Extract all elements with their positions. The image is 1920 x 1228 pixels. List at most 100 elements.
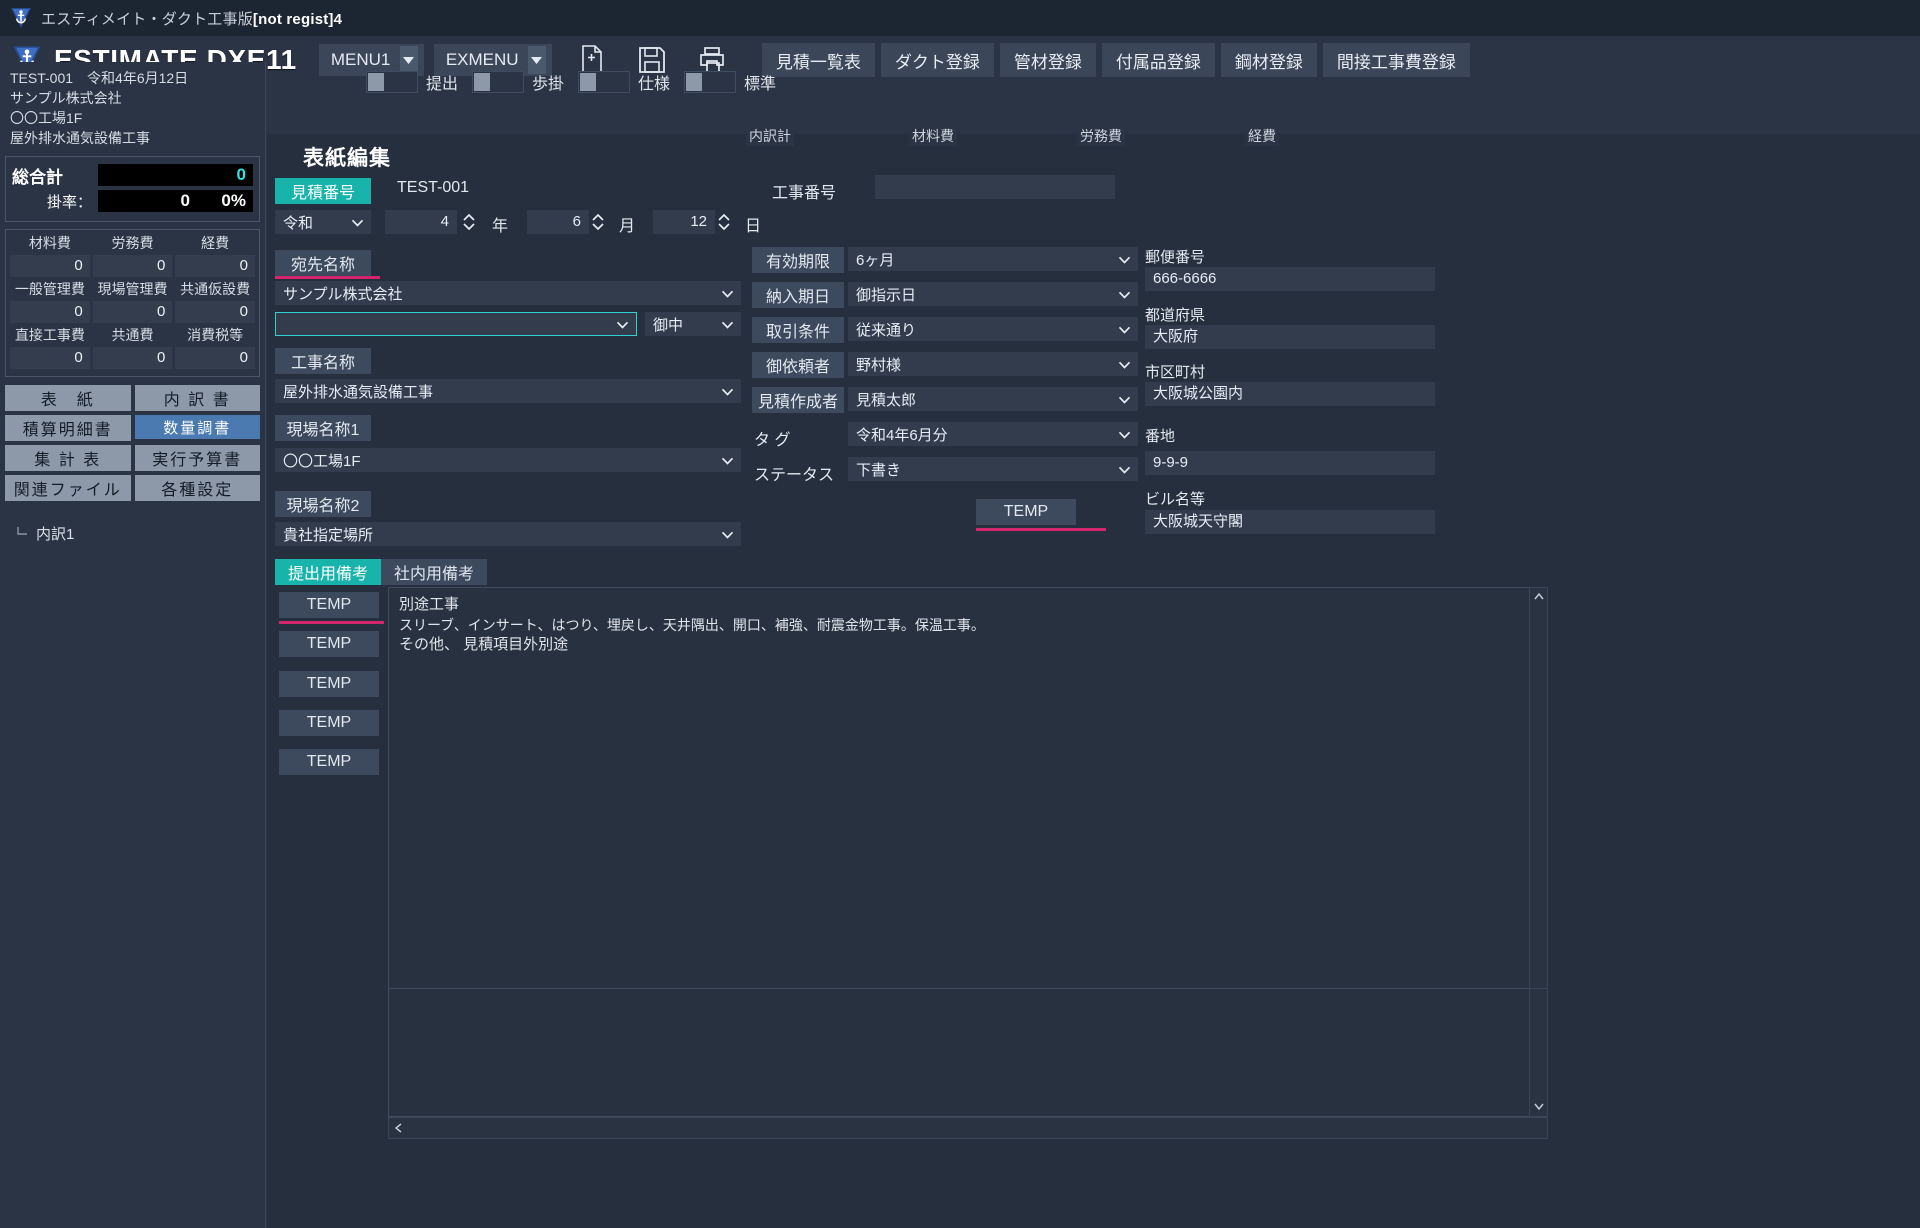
nav-button-estimate-detail[interactable]: 積算明細書 [5,415,131,441]
chevron-down-icon[interactable] [1118,426,1131,443]
delivery-date-select[interactable]: 御指示日 [848,282,1138,306]
work-name-select[interactable]: 屋外排水通気設備工事 [275,379,741,403]
work-name-label-button[interactable]: 工事名称 [275,348,371,374]
month-stepper[interactable] [591,210,604,234]
toggle-unitrate[interactable]: 歩掛 [472,70,564,94]
chevron-down-icon[interactable] [1118,286,1131,303]
valid-period-select[interactable]: 6ヶ月 [848,247,1138,271]
nav-button-summary-table[interactable]: 集 計 表 [5,445,131,471]
cost-header: 共通仮設費 [180,281,251,297]
tag-label: タ グ [754,432,791,449]
chevron-down-icon[interactable] [1118,251,1131,268]
temp-button-1[interactable]: TEMP [279,592,379,618]
temp-button-4[interactable]: TEMP [279,710,379,736]
site2-select[interactable]: 貴社指定場所 [275,522,741,546]
nav-button-breakdown[interactable]: 内 訳 書 [134,385,260,411]
city-input[interactable]: 大阪城公園内 [1145,382,1435,406]
honorific-select[interactable]: 御中 [645,312,741,336]
toggle-switch[interactable] [578,71,631,93]
memo-extension-area[interactable] [388,989,1539,1117]
chevron-down-icon[interactable] [721,526,734,543]
nav-button-execution-budget[interactable]: 実行予算書 [134,445,260,471]
temp-button-5[interactable]: TEMP [279,749,379,775]
trade-terms-label-button[interactable]: 取引条件 [752,317,844,343]
chevron-down-icon[interactable] [721,452,734,469]
project-line-4: 屋外排水通気設備工事 [10,130,150,146]
quote-number-label-button[interactable]: 見積番号 [275,178,371,204]
scroll-up-arrow-icon[interactable] [1530,588,1547,605]
memo-tab-submission[interactable]: 提出用備考 [275,559,382,585]
postal-code-input[interactable]: 666-6666 [1145,267,1435,291]
addressee-label-button[interactable]: 宛先名称 [275,250,371,276]
estimator-label-button[interactable]: 見積作成者 [752,387,844,413]
site1-label-button[interactable]: 現場名称1 [275,415,371,441]
memo-tab-internal[interactable]: 社内用備考 [381,559,488,585]
title-text-tail: 4 [333,10,343,28]
toggle-submit[interactable]: 提出 [366,70,458,94]
chevron-down-icon[interactable] [721,316,734,333]
summary-box-title: 経費 [1245,126,1279,146]
estimator-select[interactable]: 見積太郎 [848,387,1138,411]
month-input[interactable]: 6 [527,210,589,234]
site1-select[interactable]: 〇〇工場1F [275,448,741,472]
cost-value: 0 [92,255,173,277]
year-stepper[interactable] [462,210,475,234]
toggle-standard[interactable]: 標準 [684,70,776,94]
nav-button-quantity-survey[interactable]: 数量調書 [134,415,260,439]
temp-center-button[interactable]: TEMP [976,499,1076,525]
toggle-spec[interactable]: 仕様 [578,70,670,94]
trade-terms-select[interactable]: 従来通り [848,317,1138,341]
tag-select[interactable]: 令和4年6月分 [848,422,1138,446]
toggle-group: 提出 歩掛 仕様 標準 [366,70,790,94]
toggle-switch[interactable] [366,71,418,93]
requester-select[interactable]: 野村様 [848,352,1138,376]
work-number-input[interactable] [875,175,1115,199]
tree-item-breakdown1[interactable]: 内訳1 [14,523,265,544]
toggle-switch[interactable] [684,71,737,93]
valid-period-label-button[interactable]: 有効期限 [752,247,844,273]
temp-button-2[interactable]: TEMP [279,631,379,657]
chevron-down-icon[interactable] [1118,321,1131,338]
chevron-down-icon[interactable] [1118,391,1131,408]
memo-textarea[interactable]: 別途工事 スリーブ、インサート、はつり、埋戻し、天井隅出、開口、補強、耐震金物工… [388,587,1539,989]
nav-button-related-files[interactable]: 関連ファイル [5,475,131,501]
nav-button-settings[interactable]: 各種設定 [134,475,260,501]
year-input[interactable]: 4 [385,210,457,234]
prefecture-input[interactable]: 大阪府 [1145,325,1435,349]
building-input[interactable]: 大阪城天守閣 [1145,510,1435,534]
cost-value: 0 [92,301,173,323]
chevron-down-icon[interactable] [721,383,734,400]
addressee-sub-select[interactable] [275,312,637,336]
left-sidebar: TEST-001 令和4年6月12日 サンプル株式会社 〇〇工場1F 屋外排水通… [0,62,266,1228]
day-input[interactable]: 12 [653,210,715,234]
cost-header: 消費税等 [187,327,244,343]
chevron-down-icon[interactable] [616,316,629,333]
memo-vertical-scrollbar-lower[interactable] [1529,989,1548,1117]
requester-value: 野村様 [856,356,902,374]
chevron-down-icon[interactable] [721,285,734,302]
street-input[interactable]: 9-9-9 [1145,451,1435,475]
scroll-left-arrow-icon[interactable] [389,1123,407,1133]
memo-horizontal-scrollbar[interactable] [388,1117,1548,1139]
cost-value: 0 [10,301,90,323]
nav-button-cover[interactable]: 表 紙 [5,385,131,411]
era-select[interactable]: 令和 [275,210,371,234]
era-value: 令和 [283,214,314,232]
memo-vertical-scrollbar[interactable] [1529,587,1548,989]
day-stepper[interactable] [717,210,730,234]
status-select[interactable]: 下書き [848,457,1138,481]
addressee-underline [275,276,380,279]
chevron-down-icon[interactable] [351,214,364,231]
delivery-date-label-button[interactable]: 納入期日 [752,282,844,308]
site2-label-button[interactable]: 現場名称2 [275,491,371,517]
scroll-down-arrow-icon[interactable] [1530,1098,1547,1115]
addressee-select[interactable]: サンプル株式会社 [275,281,741,305]
memo-tab-group: 提出用備考 社内用備考 [275,559,488,585]
chevron-down-icon[interactable] [1118,356,1131,373]
toggle-switch[interactable] [472,71,525,93]
chevron-down-icon[interactable] [1118,461,1131,478]
work-number-label: 工事番号 [772,185,837,202]
status-value: 下書き [856,461,902,479]
requester-label-button[interactable]: 御依頼者 [752,352,844,378]
temp-button-3[interactable]: TEMP [279,671,379,697]
